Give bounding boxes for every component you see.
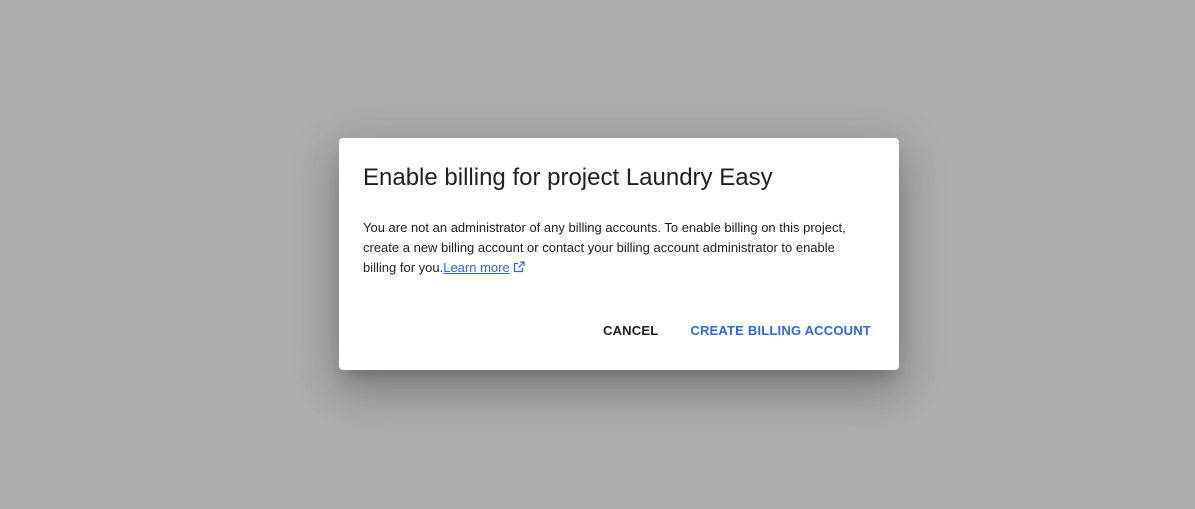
create-billing-account-button[interactable]: CREATE BILLING ACCOUNT [678, 315, 883, 346]
dialog-title: Enable billing for project Laundry Easy [363, 164, 773, 191]
learn-more-link[interactable]: Learn more [443, 260, 509, 275]
dialog-body: You are not an administrator of any bill… [363, 218, 863, 278]
cancel-button[interactable]: CANCEL [591, 315, 670, 346]
enable-billing-dialog: Enable billing for project Laundry Easy … [339, 138, 899, 370]
dialog-actions: CANCEL CREATE BILLING ACCOUNT [591, 315, 883, 346]
dialog-message: You are not an administrator of any bill… [363, 220, 846, 275]
open-in-new-icon[interactable] [513, 261, 525, 273]
